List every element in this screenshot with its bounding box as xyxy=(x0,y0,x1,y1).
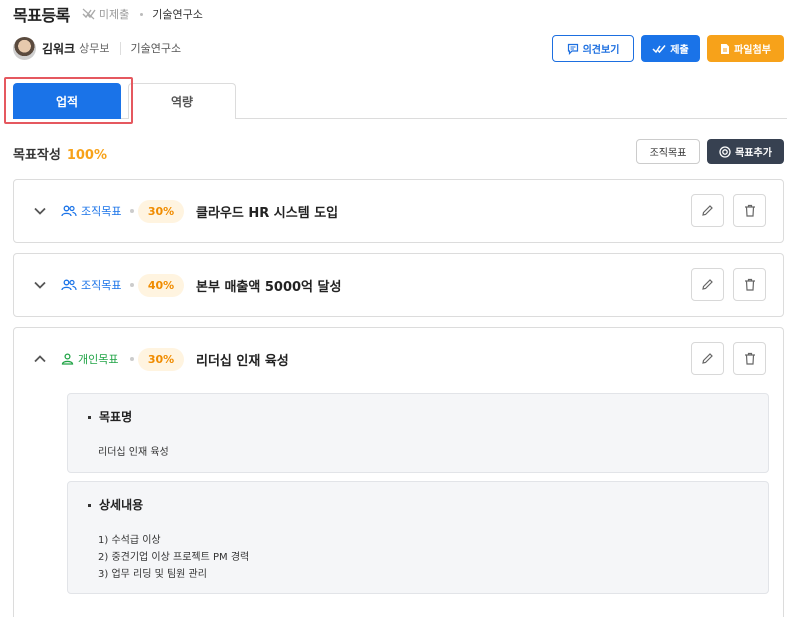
goal-name-section: 목표명 리더십 인재 육성 xyxy=(67,393,769,473)
view-opinion-button[interactable]: 의견보기 xyxy=(552,35,634,62)
org-goal-button[interactable]: 조직목표 xyxy=(636,139,700,164)
pencil-icon xyxy=(702,353,713,364)
page-title: 목표등록 xyxy=(13,6,70,25)
chevron-down-icon[interactable] xyxy=(33,204,47,218)
goal-title: 클라우드 HR 시스템 도입 xyxy=(196,205,339,221)
separator-dot xyxy=(140,12,144,16)
goal-title: 리더십 인재 육성 xyxy=(196,353,289,369)
goal-type-label: 조직목표 xyxy=(81,279,122,292)
edit-button[interactable] xyxy=(691,268,724,301)
pencil-icon xyxy=(702,205,713,216)
target-icon xyxy=(719,145,731,158)
goal-card: 조직목표 30% 클라우드 HR 시스템 도입 xyxy=(13,179,784,243)
goal-detail-section: 상세내용 1) 수석급 이상 2) 중견기업 이상 프로젝트 PM 경력 3) … xyxy=(67,481,769,594)
person-icon xyxy=(61,353,74,365)
chevron-up-icon[interactable] xyxy=(33,352,47,366)
delete-button[interactable] xyxy=(733,342,766,375)
attach-file-label: 파일첨부 xyxy=(734,45,771,56)
separator-dot xyxy=(130,209,134,213)
goal-card: 조직목표 40% 본부 매출액 5000억 달성 xyxy=(13,253,784,317)
goal-detail-content: 1) 수석급 이상 2) 중견기업 이상 프로젝트 PM 경력 3) 업무 리딩… xyxy=(98,532,249,583)
detail-line: 3) 업무 리딩 및 팀원 관리 xyxy=(98,569,207,580)
goal-title: 본부 매출액 5000억 달성 xyxy=(196,279,342,295)
goal-type-tag: 개인목표 xyxy=(61,351,118,367)
delete-button[interactable] xyxy=(733,194,766,227)
detail-line: 1) 수석급 이상 xyxy=(98,535,161,546)
header-dept: 기술연구소 xyxy=(152,8,203,21)
goal-card-expanded: 개인목표 30% 리더십 인재 육성 목표명 리더십 인재 육성 상세내용 1)… xyxy=(13,327,784,617)
add-goal-label: 목표추가 xyxy=(735,148,772,159)
goal-type-tag: 조직목표 xyxy=(61,277,121,293)
detail-line: 2) 중견기업 이상 프로젝트 PM 경력 xyxy=(98,552,250,563)
trash-icon xyxy=(744,352,755,365)
double-check-icon xyxy=(652,44,666,53)
goal-type-label: 조직목표 xyxy=(81,205,122,218)
user-rank: 상무보 xyxy=(79,42,110,55)
goal-detail-heading: 상세내용 xyxy=(88,496,143,513)
goal-name-heading: 목표명 xyxy=(88,408,132,425)
unsubmitted-icon xyxy=(82,8,96,20)
avatar xyxy=(13,36,36,60)
user-dept: 기술연구소 xyxy=(130,42,182,55)
chevron-down-icon[interactable] xyxy=(33,278,47,292)
goal-type-tag: 조직목표 xyxy=(61,203,121,219)
status-indicator: 미제출 xyxy=(82,6,129,22)
user-info: 김워크 상무보 기술연구소 xyxy=(13,36,181,60)
add-goal-button[interactable]: 목표추가 xyxy=(707,139,784,164)
status-text: 미제출 xyxy=(98,8,130,21)
edit-button[interactable] xyxy=(691,194,724,227)
separator-dot xyxy=(130,283,134,287)
submit-button[interactable]: 제출 xyxy=(641,35,700,62)
goal-completion-summary: 목표작성 100% xyxy=(13,144,107,163)
user-name: 김워크 xyxy=(42,41,76,56)
tab-performance[interactable]: 업적 xyxy=(13,83,121,119)
group-icon xyxy=(61,279,77,291)
completion-value: 100% xyxy=(66,148,108,163)
goal-type-label: 개인목표 xyxy=(78,353,119,366)
delete-button[interactable] xyxy=(733,268,766,301)
completion-label: 목표작성 xyxy=(13,148,61,163)
edit-button[interactable] xyxy=(691,342,724,375)
title-row: 목표등록 미제출 기술연구소 xyxy=(13,4,203,25)
divider xyxy=(119,41,121,55)
goal-name-value: 리더십 인재 육성 xyxy=(98,447,169,458)
trash-icon xyxy=(744,278,755,291)
attach-file-button[interactable]: 파일첨부 xyxy=(707,35,784,62)
goal-weight-badge: 30% xyxy=(138,347,184,371)
comment-icon xyxy=(567,43,578,55)
tab-bar: 업적 역량 xyxy=(13,83,787,119)
pencil-icon xyxy=(702,279,713,290)
tab-competency[interactable]: 역량 xyxy=(128,83,236,119)
goal-weight-badge: 40% xyxy=(138,273,184,297)
goal-weight-badge: 30% xyxy=(138,199,184,223)
separator-dot xyxy=(130,357,134,361)
submit-label: 제출 xyxy=(670,45,689,56)
group-icon xyxy=(61,205,77,217)
trash-icon xyxy=(744,204,755,217)
view-opinion-label: 의견보기 xyxy=(582,45,620,56)
file-icon xyxy=(721,43,730,54)
